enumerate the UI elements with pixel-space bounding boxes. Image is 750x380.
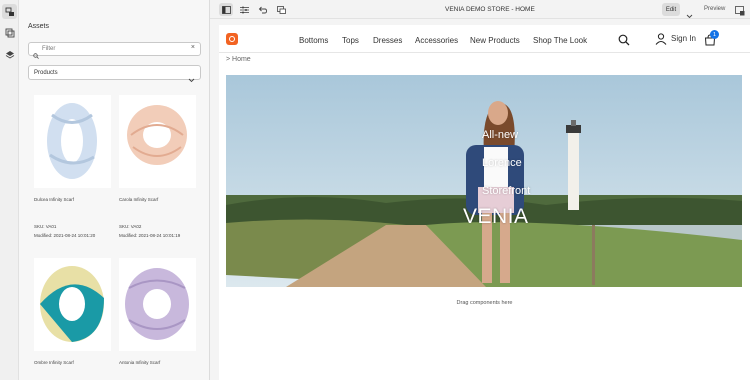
preview-button[interactable]: Preview [704,6,725,12]
clear-icon[interactable]: × [191,44,195,51]
properties-icon[interactable] [237,3,251,16]
asset-card[interactable]: Carola Infinity Scarf SKU: VA02 Modified… [119,95,199,238]
hero-line: Storefront [482,185,531,197]
nav-item-accessories[interactable]: Accessories [415,36,458,45]
chevron-down-icon[interactable] [686,6,693,24]
venia-logo[interactable] [226,33,238,45]
sign-in-link[interactable]: Sign In [671,34,696,43]
asset-sku: SKU: VA02 [119,224,142,229]
category-select-value: Products [34,70,58,76]
content-fragments-icon[interactable] [2,25,17,40]
search-icon [33,46,39,64]
emulator-icon[interactable] [735,3,745,21]
asset-card[interactable]: Dulcea Infinity Scarf SKU: VA01 Modified… [34,95,114,238]
page-canvas: Bottoms Tops Dresses Accessories New Pro… [219,25,750,380]
chevron-down-icon [188,70,195,88]
asset-card[interactable]: Antonia Infinity Scarf [119,258,199,365]
toggle-side-panel-icon[interactable] [219,3,233,16]
asset-modified: Modified: 2021-08-24 10:01:19 [119,233,181,238]
document-title: VENIA DEMO STORE - HOME [445,6,535,13]
asset-card[interactable]: Ombre Infinity Scarf [34,258,114,365]
scarf-thumbnail [34,258,111,351]
hero-banner[interactable]: All-new Lorence Storefront VENIA [226,75,742,287]
scarf-thumbnail [34,95,111,188]
nav-item-dresses[interactable]: Dresses [373,36,402,45]
filter-placeholder: Filter [42,46,56,52]
scarf-thumbnail [119,258,196,351]
filter-input[interactable]: Filter × [28,42,201,59]
search-icon[interactable] [618,33,630,51]
hero-image [226,75,742,287]
edit-mode-button[interactable]: Edit [662,3,680,16]
assets-panel: Assets Filter × Products Dulcea Infinity… [19,0,210,380]
hero-brand: VENIA [463,205,529,228]
category-select[interactable]: Products [28,65,201,83]
breadcrumb[interactable]: > Home [226,56,251,63]
nav-item-tops[interactable]: Tops [342,36,359,45]
drop-zone[interactable]: Drag components here [219,300,750,306]
nav-item-new-products[interactable]: New Products [470,36,520,45]
account-icon[interactable] [655,32,667,50]
scarf-thumbnail [119,95,196,188]
editor-toolbar: VENIA DEMO STORE - HOME Edit Preview [210,0,750,19]
left-rail [0,0,19,380]
layers-icon[interactable] [2,47,17,62]
nav-item-bottoms[interactable]: Bottoms [299,36,328,45]
panel-title: Assets [28,23,50,30]
site-header: Bottoms Tops Dresses Accessories New Pro… [219,25,750,53]
asset-name: Carola Infinity Scarf [119,197,159,202]
nav-item-shop-the-look[interactable]: Shop The Look [533,36,587,45]
asset-name: Dulcea Infinity Scarf [34,197,75,202]
asset-sku: SKU: VA01 [34,224,57,229]
asset-name: Ombre Infinity Scarf [34,360,74,365]
asset-modified: Modified: 2021-08-24 10:01:20 [34,233,96,238]
assets-icon[interactable] [2,4,17,19]
hero-line: Lorence [482,157,522,169]
asset-name: Antonia Infinity Scarf [119,360,161,365]
page-information-icon[interactable] [274,3,288,16]
cart-count-badge: 1 [710,30,719,39]
undo-icon[interactable] [255,3,269,16]
hero-line: All-new [482,129,519,141]
